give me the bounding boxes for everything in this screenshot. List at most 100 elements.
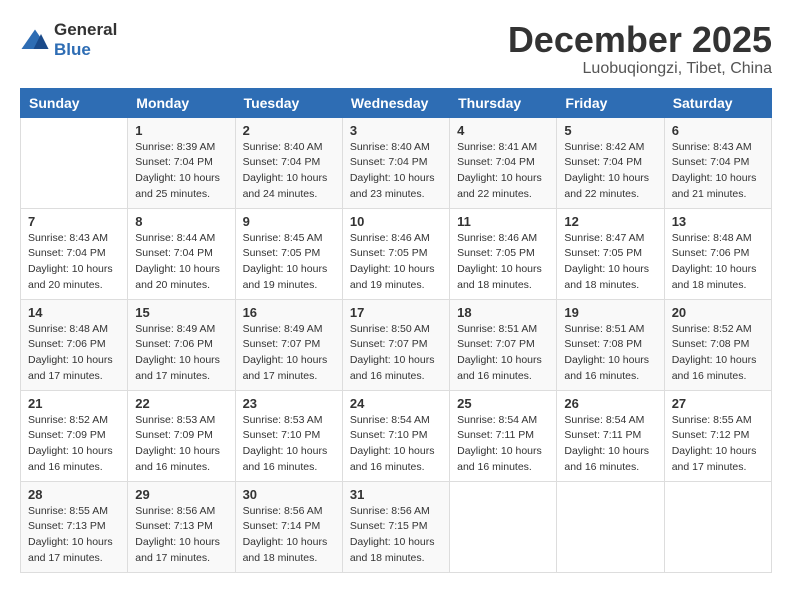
logo-text: General Blue: [54, 20, 117, 60]
weekday-header: Friday: [557, 88, 664, 117]
day-info: Sunrise: 8:51 AMSunset: 7:08 PMDaylight:…: [564, 322, 656, 385]
day-number: 11: [457, 214, 549, 229]
calendar-day-cell: 23 Sunrise: 8:53 AMSunset: 7:10 PMDayligh…: [235, 390, 342, 481]
day-info: Sunrise: 8:48 AMSunset: 7:06 PMDaylight:…: [28, 322, 120, 385]
calendar-day-cell: 26 Sunrise: 8:54 AMSunset: 7:11 PMDayligh…: [557, 390, 664, 481]
day-number: 13: [672, 214, 764, 229]
day-info: Sunrise: 8:55 AMSunset: 7:13 PMDaylight:…: [28, 504, 120, 567]
day-info: Sunrise: 8:53 AMSunset: 7:10 PMDaylight:…: [243, 413, 335, 476]
calendar-day-cell: 15 Sunrise: 8:49 AMSunset: 7:06 PMDayligh…: [128, 299, 235, 390]
day-number: 31: [350, 487, 442, 502]
calendar-day-cell: 7Sunrise: 8:43 AMSunset: 7:04 PMDaylight…: [21, 208, 128, 299]
weekday-header: Saturday: [664, 88, 771, 117]
day-info: Sunrise: 8:54 AMSunset: 7:11 PMDaylight:…: [457, 413, 549, 476]
day-number: 8: [135, 214, 227, 229]
subtitle: Luobuqiongzi, Tibet, China: [508, 60, 772, 78]
day-info: Sunrise: 8:56 AMSunset: 7:14 PMDaylight:…: [243, 504, 335, 567]
calendar-day-cell: 10Sunrise: 8:46 AMSunset: 7:05 PMDayligh…: [342, 208, 449, 299]
day-number: 18: [457, 305, 549, 320]
main-title: December 2025: [508, 20, 772, 60]
day-number: 6: [672, 123, 764, 138]
calendar-day-cell: 28 Sunrise: 8:55 AMSunset: 7:13 PMDayligh…: [21, 481, 128, 572]
day-info: Sunrise: 8:51 AMSunset: 7:07 PMDaylight:…: [457, 322, 549, 385]
day-number: 12: [564, 214, 656, 229]
day-info: Sunrise: 8:40 AMSunset: 7:04 PMDaylight:…: [243, 140, 335, 203]
calendar-day-cell: 1Sunrise: 8:39 AMSunset: 7:04 PMDaylight…: [128, 117, 235, 208]
day-number: 28: [28, 487, 120, 502]
calendar-day-cell: 30 Sunrise: 8:56 AMSunset: 7:14 PMDayligh…: [235, 481, 342, 572]
day-number: 22: [135, 396, 227, 411]
calendar-day-cell: 27Sunrise: 8:55 AMSunset: 7:12 PMDayligh…: [664, 390, 771, 481]
calendar-header-row: SundayMondayTuesdayWednesdayThursdayFrid…: [21, 88, 772, 117]
calendar-day-cell: 22Sunrise: 8:53 AMSunset: 7:09 PMDayligh…: [128, 390, 235, 481]
logo-icon: [20, 28, 50, 52]
day-info: Sunrise: 8:49 AMSunset: 7:06 PMDaylight:…: [135, 322, 227, 385]
calendar-day-cell: 6 Sunrise: 8:43 AMSunset: 7:04 PMDaylight…: [664, 117, 771, 208]
day-info: Sunrise: 8:44 AMSunset: 7:04 PMDaylight:…: [135, 231, 227, 294]
day-info: Sunrise: 8:56 AMSunset: 7:15 PMDaylight:…: [350, 504, 442, 567]
day-number: 29: [135, 487, 227, 502]
weekday-header: Sunday: [21, 88, 128, 117]
day-number: 26: [564, 396, 656, 411]
day-info: Sunrise: 8:39 AMSunset: 7:04 PMDaylight:…: [135, 140, 227, 203]
day-number: 20: [672, 305, 764, 320]
day-info: Sunrise: 8:41 AMSunset: 7:04 PMDaylight:…: [457, 140, 549, 203]
calendar-day-cell: [557, 481, 664, 572]
day-number: 25: [457, 396, 549, 411]
day-info: Sunrise: 8:42 AMSunset: 7:04 PMDaylight:…: [564, 140, 656, 203]
title-section: December 2025 Luobuqiongzi, Tibet, China: [508, 20, 772, 78]
calendar-day-cell: [21, 117, 128, 208]
weekday-header: Monday: [128, 88, 235, 117]
day-number: 7: [28, 214, 120, 229]
day-info: Sunrise: 8:46 AMSunset: 7:05 PMDaylight:…: [350, 231, 442, 294]
day-info: Sunrise: 8:56 AMSunset: 7:13 PMDaylight:…: [135, 504, 227, 567]
day-info: Sunrise: 8:49 AMSunset: 7:07 PMDaylight:…: [243, 322, 335, 385]
calendar-day-cell: 8 Sunrise: 8:44 AMSunset: 7:04 PMDaylight…: [128, 208, 235, 299]
day-number: 23: [243, 396, 335, 411]
calendar-day-cell: 11 Sunrise: 8:46 AMSunset: 7:05 PMDayligh…: [450, 208, 557, 299]
day-number: 17: [350, 305, 442, 320]
day-number: 15: [135, 305, 227, 320]
calendar-day-cell: 31 Sunrise: 8:56 AMSunset: 7:15 PMDayligh…: [342, 481, 449, 572]
calendar: SundayMondayTuesdayWednesdayThursdayFrid…: [20, 88, 772, 573]
day-info: Sunrise: 8:46 AMSunset: 7:05 PMDaylight:…: [457, 231, 549, 294]
calendar-day-cell: [664, 481, 771, 572]
day-number: 16: [243, 305, 335, 320]
calendar-week-row: 14 Sunrise: 8:48 AMSunset: 7:06 PMDayligh…: [21, 299, 772, 390]
calendar-day-cell: 4Sunrise: 8:41 AMSunset: 7:04 PMDaylight…: [450, 117, 557, 208]
day-info: Sunrise: 8:54 AMSunset: 7:10 PMDaylight:…: [350, 413, 442, 476]
day-info: Sunrise: 8:55 AMSunset: 7:12 PMDaylight:…: [672, 413, 764, 476]
day-info: Sunrise: 8:40 AMSunset: 7:04 PMDaylight:…: [350, 140, 442, 203]
day-number: 30: [243, 487, 335, 502]
logo-blue: Blue: [54, 40, 91, 59]
calendar-day-cell: 21Sunrise: 8:52 AMSunset: 7:09 PMDayligh…: [21, 390, 128, 481]
day-number: 9: [243, 214, 335, 229]
calendar-day-cell: 24 Sunrise: 8:54 AMSunset: 7:10 PMDayligh…: [342, 390, 449, 481]
logo: General Blue: [20, 20, 117, 60]
page-header: General Blue December 2025 Luobuqiongzi,…: [20, 20, 772, 78]
weekday-header: Thursday: [450, 88, 557, 117]
calendar-day-cell: 3Sunrise: 8:40 AMSunset: 7:04 PMDaylight…: [342, 117, 449, 208]
calendar-day-cell: [450, 481, 557, 572]
calendar-day-cell: 12 Sunrise: 8:47 AMSunset: 7:05 PMDayligh…: [557, 208, 664, 299]
calendar-day-cell: 20 Sunrise: 8:52 AMSunset: 7:08 PMDayligh…: [664, 299, 771, 390]
calendar-day-cell: 17Sunrise: 8:50 AMSunset: 7:07 PMDayligh…: [342, 299, 449, 390]
calendar-day-cell: 5 Sunrise: 8:42 AMSunset: 7:04 PMDaylight…: [557, 117, 664, 208]
day-number: 21: [28, 396, 120, 411]
day-number: 5: [564, 123, 656, 138]
day-number: 24: [350, 396, 442, 411]
calendar-week-row: 28 Sunrise: 8:55 AMSunset: 7:13 PMDayligh…: [21, 481, 772, 572]
calendar-day-cell: 2 Sunrise: 8:40 AMSunset: 7:04 PMDaylight…: [235, 117, 342, 208]
day-info: Sunrise: 8:43 AMSunset: 7:04 PMDaylight:…: [672, 140, 764, 203]
day-info: Sunrise: 8:52 AMSunset: 7:08 PMDaylight:…: [672, 322, 764, 385]
day-info: Sunrise: 8:54 AMSunset: 7:11 PMDaylight:…: [564, 413, 656, 476]
calendar-day-cell: 16 Sunrise: 8:49 AMSunset: 7:07 PMDayligh…: [235, 299, 342, 390]
day-number: 19: [564, 305, 656, 320]
calendar-week-row: 7Sunrise: 8:43 AMSunset: 7:04 PMDaylight…: [21, 208, 772, 299]
day-info: Sunrise: 8:47 AMSunset: 7:05 PMDaylight:…: [564, 231, 656, 294]
day-number: 14: [28, 305, 120, 320]
calendar-day-cell: 19 Sunrise: 8:51 AMSunset: 7:08 PMDayligh…: [557, 299, 664, 390]
weekday-header: Wednesday: [342, 88, 449, 117]
calendar-week-row: 1Sunrise: 8:39 AMSunset: 7:04 PMDaylight…: [21, 117, 772, 208]
day-number: 2: [243, 123, 335, 138]
